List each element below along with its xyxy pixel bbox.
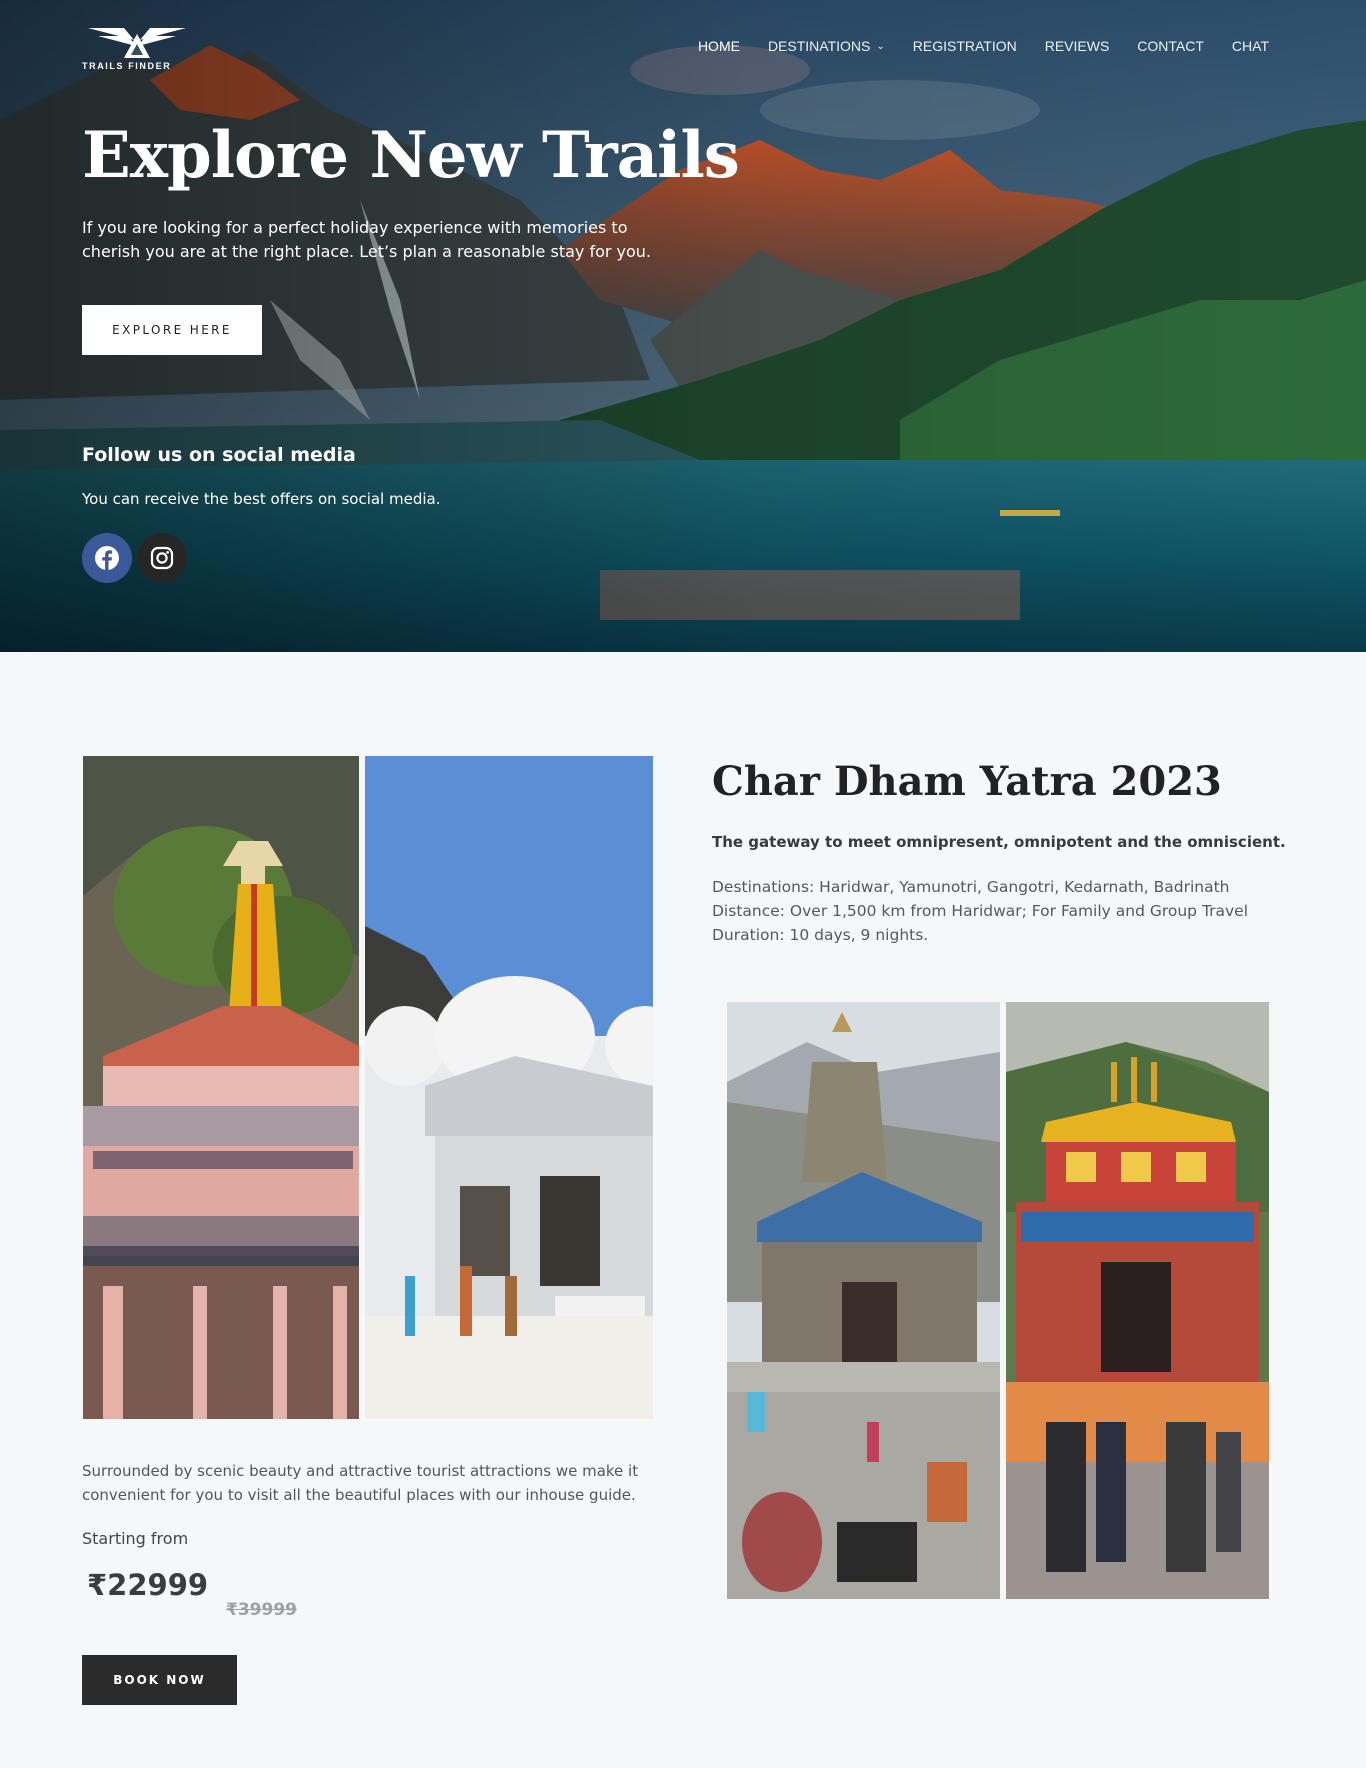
nav-chat-label: CHAT — [1231, 38, 1269, 54]
follow-subtitle: You can receive the best offers on socia… — [82, 490, 441, 508]
nav-reviews[interactable]: REVIEWS — [1045, 38, 1110, 54]
tour-tagline: The gateway to meet omnipresent, omnipot… — [712, 833, 1286, 851]
nav-home-label: HOME — [697, 38, 740, 54]
tour-title: Char Dham Yatra 2023 — [712, 758, 1222, 805]
nav-reviews-label: REVIEWS — [1044, 38, 1110, 54]
tour-price: ₹22999 — [87, 1568, 209, 1602]
nav-chat[interactable]: CHAT — [1232, 38, 1269, 54]
badrinath-temple-photo — [1006, 1002, 1269, 1599]
gangotri-temple-photo — [365, 756, 653, 1419]
nav-registration-label: REGISTRATION — [912, 38, 1017, 54]
nav-contact[interactable]: CONTACT — [1137, 38, 1204, 54]
kedarnath-temple-photo — [727, 1002, 1000, 1599]
facebook-icon — [95, 546, 119, 570]
nav-destinations[interactable]: DESTINATIONS ⌄ — [768, 38, 885, 54]
chevron-down-icon: ⌄ — [876, 40, 885, 52]
main-nav: HOME DESTINATIONS ⌄ REGISTRATION REVIEWS … — [670, 38, 1269, 54]
logo-text: TRAILS FINDER — [82, 61, 172, 71]
hero-title: Explore New Trails — [82, 118, 740, 193]
tour-description: Surrounded by scenic beauty and attracti… — [82, 1462, 639, 1504]
nav-contact-label: CONTACT — [1137, 38, 1204, 54]
tour-details: Destinations: Haridwar, Yamunotri, Gango… — [712, 875, 1312, 947]
starting-from-label: Starting from — [82, 1529, 189, 1548]
hero-section: TRAILS FINDER HOME DESTINATIONS ⌄ REGISTR… — [0, 0, 1366, 652]
instagram-link[interactable] — [137, 533, 187, 583]
book-now-button[interactable]: BOOK NOW — [82, 1655, 237, 1705]
yamunotri-temple-photo — [83, 756, 359, 1419]
hero-subtitle: If you are looking for a perfect holiday… — [82, 218, 652, 261]
facebook-link[interactable] — [82, 533, 132, 583]
nav-destinations-label: DESTINATIONS — [767, 38, 871, 54]
follow-title: Follow us on social media — [82, 444, 356, 466]
tour-distance: Distance: Over 1,500 km from Haridwar; F… — [712, 902, 1249, 920]
tour-destinations: Destinations: Haridwar, Yamunotri, Gango… — [712, 878, 1230, 896]
explore-here-button[interactable]: EXPLORE HERE — [82, 305, 262, 355]
nav-registration[interactable]: REGISTRATION — [913, 38, 1017, 54]
tour-old-price: ₹39999 — [226, 1600, 297, 1620]
instagram-icon — [150, 546, 174, 570]
nav-home[interactable]: HOME — [698, 38, 740, 54]
tour-duration: Duration: 10 days, 9 nights. — [712, 926, 929, 944]
